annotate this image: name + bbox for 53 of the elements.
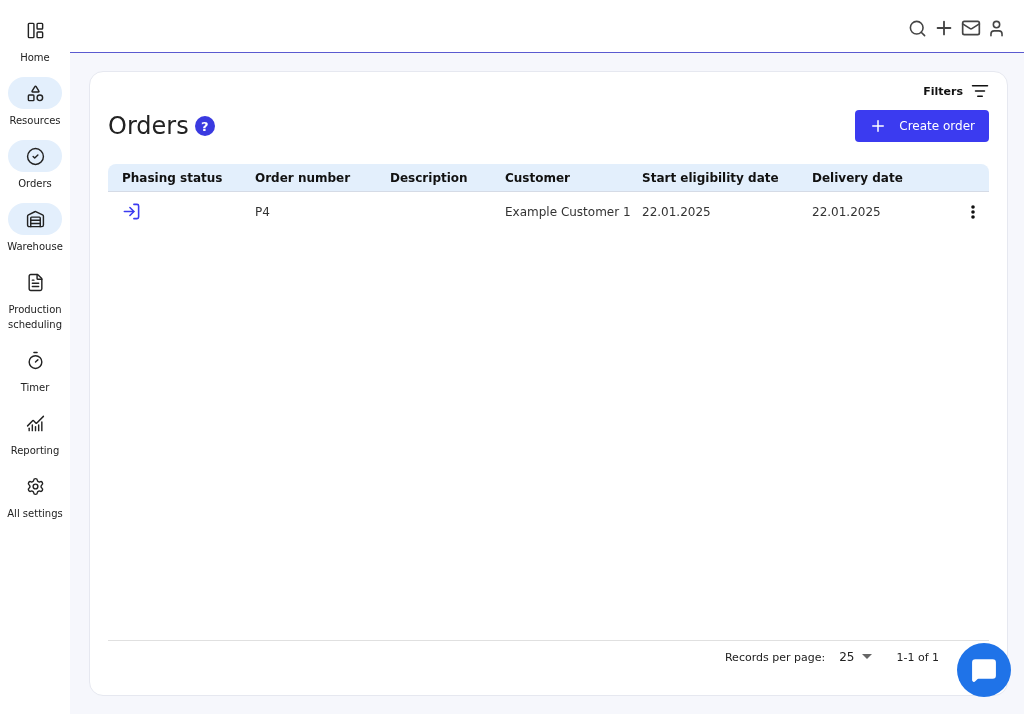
sidebar-label: Timer [20, 381, 50, 395]
sidebar-label: Orders [18, 177, 52, 191]
create-order-button[interactable]: Create order [855, 110, 989, 142]
search-icon [908, 18, 927, 38]
page-title: Orders [108, 112, 189, 140]
sidebar-item[interactable]: All settings [0, 470, 70, 521]
help-button[interactable]: ? [194, 116, 215, 136]
column-header: Delivery date [798, 164, 928, 192]
column-header: Phasing status [108, 164, 241, 192]
arrow-into-box-icon [122, 202, 141, 221]
sidebar-label: Reporting [10, 444, 60, 458]
chat-icon [971, 657, 997, 683]
search-button[interactable] [908, 18, 927, 38]
table-cell-text: 22.01.2025 [811, 203, 882, 221]
sidebar-item[interactable]: Production scheduling [0, 266, 70, 332]
table-cell-text: Example Customer 1 [504, 203, 628, 221]
sidebar-item[interactable]: Orders [0, 140, 70, 191]
column-header: Order number [241, 164, 376, 192]
gear-icon [25, 476, 45, 496]
sidebar-item[interactable]: Resources [0, 77, 70, 128]
sidebar-label: Home [20, 51, 50, 65]
shapes-icon [25, 83, 45, 103]
document-icon [25, 272, 45, 292]
filter-icon [971, 82, 989, 100]
user-button[interactable] [987, 18, 1006, 38]
column-header: Start eligibility date [628, 164, 798, 192]
chart-icon [25, 413, 45, 433]
records-per-page-label: Records per page: [724, 650, 826, 664]
filters-button[interactable]: Filters [923, 80, 989, 102]
sidebar-item[interactable]: Reporting [0, 407, 70, 458]
more-button[interactable] [971, 204, 975, 219]
page-range: 1-1 of 1 [896, 650, 939, 664]
sidebar-item[interactable]: Warehouse [0, 203, 70, 254]
column-header: Description [376, 164, 491, 192]
table-cell-text: P4 [254, 203, 271, 221]
chat-button[interactable] [957, 643, 1011, 697]
user-icon [987, 18, 1006, 38]
sidebar-label: Warehouse [7, 240, 63, 254]
sidebar-label: Production scheduling [6, 303, 64, 332]
sidebar-item[interactable]: Home [0, 14, 70, 65]
mail-button[interactable] [961, 18, 981, 38]
dropdown-caret-icon [862, 654, 873, 660]
more-icon [971, 204, 975, 219]
column-header: Customer [491, 164, 628, 192]
sidebar-label: All settings [7, 507, 63, 521]
table-cell-text: 22.01.2025 [641, 203, 712, 221]
per-page-select[interactable]: 25 [833, 649, 879, 665]
warehouse-icon [25, 209, 45, 229]
sidebar-item[interactable]: Timer [0, 344, 70, 395]
check-circle-icon [25, 146, 45, 166]
layout-icon [25, 20, 45, 40]
sidebar-label: Resources [9, 114, 61, 128]
mail-icon [961, 18, 981, 38]
